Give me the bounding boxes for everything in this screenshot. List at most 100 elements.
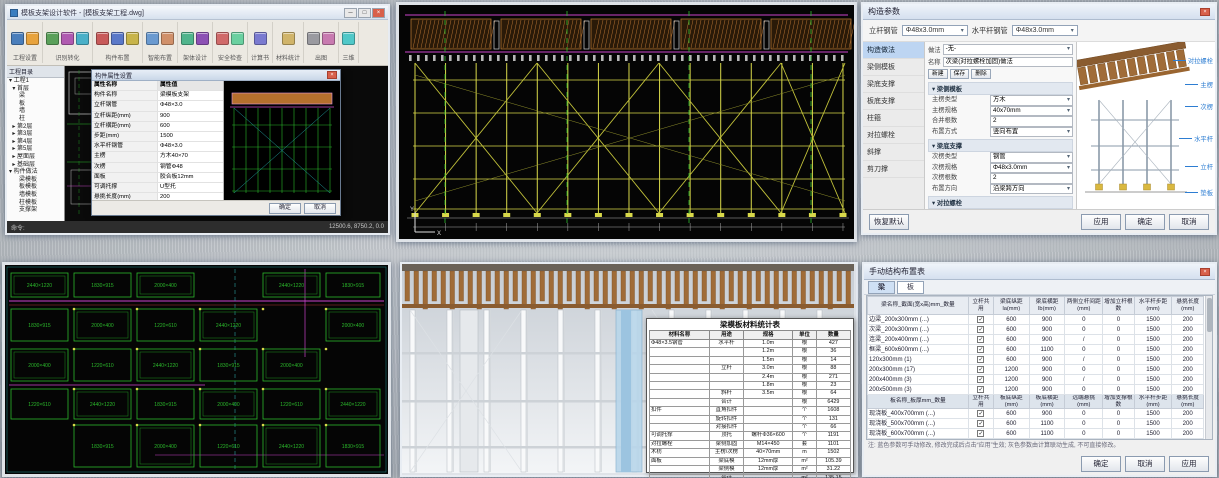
prop-value[interactable]: 1500 — [158, 132, 223, 141]
apply-button[interactable]: 应用 — [1169, 456, 1209, 472]
tree-item[interactable]: 柱模板 — [7, 200, 64, 208]
layout-close-icon[interactable]: × — [1200, 268, 1210, 276]
field-value-box[interactable]: 竖向布置▾ — [990, 127, 1073, 138]
component-name-cell[interactable]: 边梁_200x300mm (...) — [868, 315, 969, 325]
table-row[interactable]: 120x300mm (1)✓600900/01500200 — [868, 355, 1204, 365]
value-cell[interactable]: / — [1065, 355, 1103, 365]
cad-drawing-canvas[interactable]: 构件属性设置 × 属性名称属性值构件名称梁模板支架立杆钢管Φ48×3.0立杆纵距… — [65, 66, 388, 221]
mini-button-新建[interactable]: 新建 — [928, 69, 948, 79]
value-cell[interactable]: 0 — [1065, 345, 1103, 355]
value-cell[interactable]: 0 — [1103, 429, 1134, 439]
ribbon-tool-icon[interactable] — [181, 32, 194, 45]
checkbox-icon[interactable]: ✓ — [977, 336, 984, 343]
ribbon-tool-icon[interactable] — [196, 32, 209, 45]
param-nav-item[interactable]: 板底支撑 — [863, 93, 924, 110]
plan-drawing[interactable]: 2440×12201830×9152000×4002440×12201830×9… — [5, 265, 388, 474]
value-cell[interactable]: 1500 — [1134, 325, 1172, 335]
prop-value[interactable]: 胶合板12mm — [158, 173, 223, 182]
value-cell[interactable]: 600 — [993, 325, 1029, 335]
shared-pole-cell[interactable]: ✓ — [968, 325, 993, 335]
tree-item[interactable]: ▸ 基础层 — [7, 162, 64, 170]
scheme-name-input[interactable]: 次梁(对拉螺栓加固)做法 — [943, 57, 1073, 68]
value-cell[interactable]: 600 — [993, 355, 1029, 365]
table-row[interactable]: 连梁_200x400mm (...)✓600900/01500200 — [868, 335, 1204, 345]
field-value-box[interactable]: 方木▾ — [990, 95, 1073, 106]
ok-button[interactable]: 确定 — [1125, 214, 1165, 230]
prop-value[interactable]: Φ48×3.0 — [158, 101, 223, 110]
ribbon-tool-icon[interactable] — [342, 32, 355, 45]
shared-pole-cell[interactable]: ✓ — [968, 315, 993, 325]
value-cell[interactable]: 0 — [1065, 315, 1103, 325]
value-cell[interactable]: 900 — [1029, 335, 1065, 345]
value-cell[interactable]: 200 — [1172, 409, 1204, 419]
value-cell[interactable]: 1500 — [1134, 419, 1172, 429]
value-cell[interactable]: 600 — [993, 429, 1029, 439]
tree-item[interactable]: ▸ 第3层 — [7, 131, 64, 139]
checkbox-icon[interactable]: ✓ — [977, 430, 984, 437]
mini-button-删除[interactable]: 删除 — [971, 69, 991, 79]
value-cell[interactable]: / — [1065, 375, 1103, 385]
value-cell[interactable]: 200 — [1172, 345, 1204, 355]
value-cell[interactable]: 200 — [1172, 355, 1204, 365]
value-cell[interactable]: 0 — [1065, 325, 1103, 335]
shared-pole-cell[interactable]: ✓ — [968, 419, 993, 429]
ribbon-tool-icon[interactable] — [111, 32, 124, 45]
value-cell[interactable]: 1100 — [1029, 419, 1065, 429]
ribbon-tool-icon[interactable] — [76, 32, 89, 45]
value-cell[interactable]: 0 — [1103, 345, 1134, 355]
mini-button-保存[interactable]: 保存 — [950, 69, 970, 79]
value-cell[interactable]: 900 — [1029, 325, 1065, 335]
shared-pole-cell[interactable]: ✓ — [968, 429, 993, 439]
component-name-cell[interactable]: 现浇板_500x700mm (...) — [868, 419, 969, 429]
param-close-icon[interactable]: × — [1200, 8, 1210, 16]
ribbon-tool-icon[interactable] — [11, 32, 24, 45]
ribbon-tool-icon[interactable] — [61, 32, 74, 45]
field-value-box[interactable]: 沿梁跨方向▾ — [990, 184, 1073, 195]
ribbon-tool-icon[interactable] — [282, 32, 295, 45]
layout-tab-梁[interactable]: 梁 — [868, 281, 895, 294]
vertical-scrollbar[interactable] — [1205, 296, 1212, 439]
value-cell[interactable]: 1100 — [1029, 345, 1065, 355]
ribbon-tool-icon[interactable] — [254, 32, 267, 45]
component-name-cell[interactable]: 框梁_600x600mm (...) — [868, 345, 969, 355]
tree-item[interactable]: ▸ 屋面层 — [7, 154, 64, 162]
value-cell[interactable]: 0 — [1065, 365, 1103, 375]
checkbox-icon[interactable]: ✓ — [977, 326, 984, 333]
value-cell[interactable]: 0 — [1103, 419, 1134, 429]
tree-item[interactable]: ▸ 第5层 — [7, 146, 64, 154]
value-cell[interactable]: 0 — [1103, 365, 1134, 375]
prop-value[interactable]: 钢管Φ48 — [158, 163, 223, 172]
value-cell[interactable]: 600 — [993, 345, 1029, 355]
component-name-cell[interactable]: 200x500mm (3) — [868, 385, 969, 395]
value-cell[interactable]: 0 — [1103, 325, 1134, 335]
value-cell[interactable]: 0 — [1103, 355, 1134, 365]
param-nav-item[interactable]: 柱箍 — [863, 110, 924, 127]
prop-value[interactable]: Φ48×3.0 — [158, 142, 223, 151]
value-cell[interactable]: 1500 — [1134, 335, 1172, 345]
checkbox-icon[interactable]: ✓ — [977, 410, 984, 417]
value-cell[interactable]: 1200 — [993, 385, 1029, 395]
value-cell[interactable]: 200 — [1172, 429, 1204, 439]
table-row[interactable]: 现浇板_500x700mm (...)✓6001100001500200 — [868, 419, 1204, 429]
value-cell[interactable]: 200 — [1172, 335, 1204, 345]
value-cell[interactable]: 0 — [1065, 409, 1103, 419]
value-cell[interactable]: 0 — [1065, 429, 1103, 439]
component-name-cell[interactable]: 200x400mm (3) — [868, 375, 969, 385]
table-row[interactable]: 次梁_200x300mm (...)✓600900001500200 — [868, 325, 1204, 335]
ribbon-tool-icon[interactable] — [26, 32, 39, 45]
shared-pole-cell[interactable]: ✓ — [968, 345, 993, 355]
checkbox-icon[interactable]: ✓ — [977, 376, 984, 383]
field-value-box[interactable]: 40x70mm▾ — [990, 106, 1073, 117]
value-cell[interactable]: / — [1065, 335, 1103, 345]
cancel-button[interactable]: 取消 — [1125, 456, 1165, 472]
value-cell[interactable]: 1500 — [1134, 375, 1172, 385]
value-cell[interactable]: 0 — [1103, 375, 1134, 385]
value-cell[interactable]: 900 — [1029, 365, 1065, 375]
prop-value[interactable]: U型托 — [158, 183, 223, 192]
value-cell[interactable]: 1200 — [993, 365, 1029, 375]
ribbon-tool-icon[interactable] — [322, 32, 335, 45]
checkbox-icon[interactable]: ✓ — [977, 346, 984, 353]
checkbox-icon[interactable]: ✓ — [977, 366, 984, 373]
value-cell[interactable]: 600 — [993, 409, 1029, 419]
shared-pole-cell[interactable]: ✓ — [968, 409, 993, 419]
